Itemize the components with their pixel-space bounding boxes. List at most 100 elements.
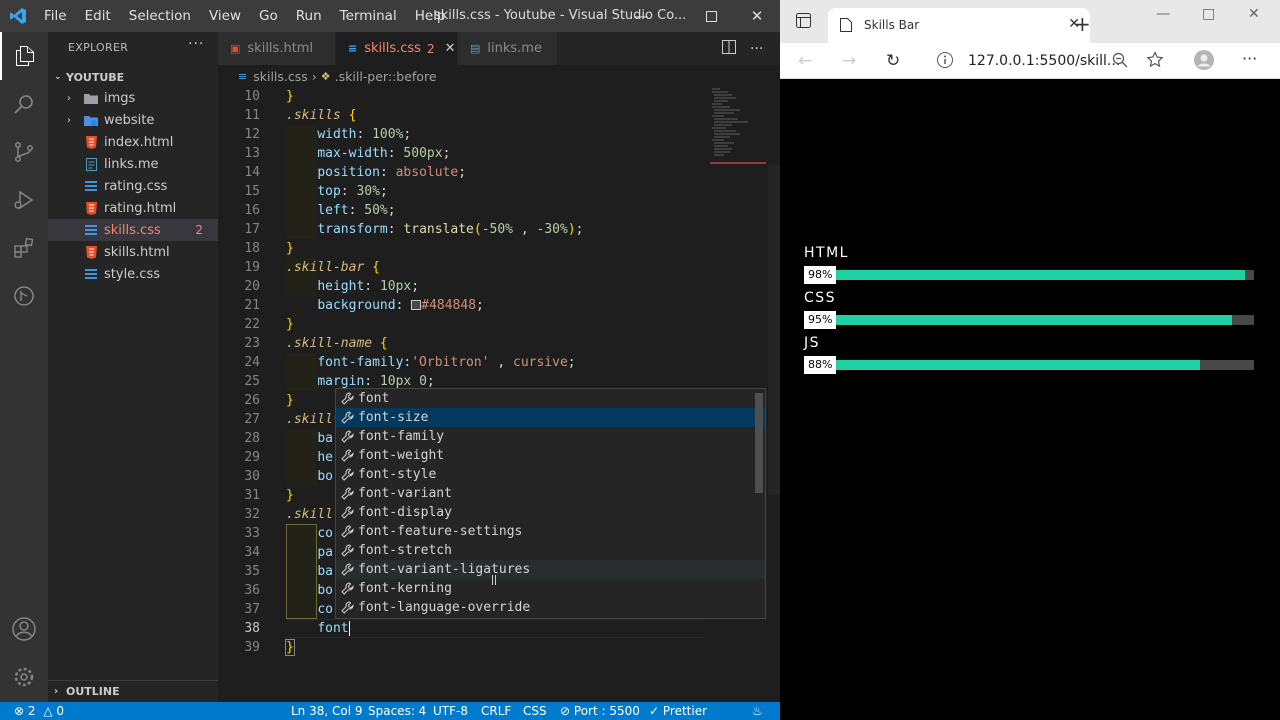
more-actions-icon[interactable]: ··· (188, 36, 204, 52)
tree-item-links-me[interactable]: links.me (48, 153, 218, 175)
tree-item-rating-css[interactable]: rating.css (48, 175, 218, 197)
suggestion-item[interactable]: font-stretch (336, 541, 765, 560)
suggestion-item[interactable]: font-variant-ligatures (336, 560, 765, 579)
suggest-scrollbar[interactable] (755, 393, 763, 493)
menu-view[interactable]: View (200, 0, 250, 32)
line-number: 22 (244, 317, 260, 332)
tree-item-website[interactable]: › website (48, 109, 218, 131)
eol-setting[interactable]: CRLF (481, 704, 511, 718)
info-icon[interactable] (936, 51, 954, 73)
menu-run[interactable]: Run (287, 0, 331, 32)
menu-terminal[interactable]: Terminal (331, 0, 406, 32)
folder-icon (84, 91, 98, 105)
suggestion-item[interactable]: font-weight (336, 446, 765, 465)
suggestion-item[interactable]: font-size (336, 408, 765, 427)
tab-actions-icon[interactable] (796, 13, 811, 32)
menu-more-icon[interactable]: ··· (1242, 49, 1257, 68)
editor-scrollbar[interactable] (768, 165, 780, 495)
code-line-current: font (286, 619, 350, 638)
source-control-icon[interactable] (0, 128, 48, 176)
notifications-bell-icon[interactable]: ♨ (752, 704, 763, 718)
refresh-icon[interactable]: ↻ (886, 51, 900, 71)
tree-item-style-css[interactable]: style.css (48, 263, 218, 285)
close-tab-icon[interactable]: ✕ (445, 41, 456, 56)
problems-indicator[interactable]: ⊗ 2 △ 0 (14, 704, 64, 718)
port-label: Port : 5500 (573, 704, 640, 718)
tree-item-rating-html[interactable]: rating.html (48, 197, 218, 219)
tab-skills-css[interactable]: ≡ skills.css 2 ✕ (336, 32, 458, 65)
suggestion-item[interactable]: font-feature-settings (336, 522, 765, 541)
outline-panel-header[interactable]: › OUTLINE (48, 680, 218, 702)
run-debug-icon[interactable] (0, 176, 48, 224)
settings-gear-icon[interactable] (0, 653, 48, 701)
code-line: max-width: 500px; (317, 146, 451, 161)
remote-explorer-icon[interactable] (0, 272, 48, 320)
explorer-icon[interactable] (0, 32, 48, 80)
skill-percent-label: 95% (804, 311, 837, 329)
browser-tab[interactable]: Skills Bar ✕ (828, 8, 1090, 43)
menu-selection[interactable]: Selection (120, 0, 200, 32)
line-number: 28 (244, 431, 260, 446)
line-number: 31 (244, 488, 260, 503)
favorites-star-icon[interactable] (1146, 51, 1164, 73)
menu-file[interactable]: File (35, 0, 76, 32)
maximize-icon[interactable] (688, 0, 734, 32)
page-icon (840, 18, 852, 35)
zoom-out-icon[interactable] (1112, 52, 1128, 72)
suggestion-item[interactable]: font (336, 389, 765, 408)
indentation-setting[interactable]: Spaces: 4 (368, 704, 426, 718)
minimize-icon[interactable]: — (618, 0, 664, 32)
minimap[interactable] (710, 87, 766, 167)
tree-item-label: skills.css (104, 222, 161, 238)
prettier-status[interactable]: ✓ Prettier (649, 704, 707, 718)
suggestion-label: font-size (358, 410, 429, 425)
suggestion-label: font-family (358, 429, 445, 444)
address-bar[interactable]: 127.0.0.1:5500/skill... (928, 47, 1168, 75)
more-actions-icon[interactable]: ··· (750, 41, 763, 57)
suggestion-item[interactable]: font-variant (336, 484, 765, 503)
split-editor-icon[interactable] (722, 39, 736, 58)
minimize-icon[interactable]: — (1156, 6, 1170, 22)
css-file-icon: ≡ (348, 42, 358, 55)
suggestion-item[interactable]: font-display (336, 503, 765, 522)
line-number: 27 (244, 412, 260, 427)
suggestion-item[interactable]: font-kerning (336, 579, 765, 598)
error-icon: ⊗ (14, 704, 25, 718)
suggestion-item[interactable]: font-family (336, 427, 765, 446)
close-window-icon[interactable]: ✕ (1248, 6, 1260, 22)
line-number: 35 (244, 564, 260, 579)
tree-item-skills-html[interactable]: skills.html (48, 241, 218, 263)
breadcrumb-symbol[interactable]: .skill-per::before (335, 69, 437, 84)
suggestion-item[interactable]: font-language-override (336, 598, 765, 617)
close-icon[interactable]: ✕ (734, 0, 780, 32)
typed-text: font (317, 621, 349, 636)
profile-avatar[interactable] (1194, 50, 1214, 74)
maximize-icon[interactable]: □ (1202, 6, 1215, 22)
menu-go[interactable]: Go (250, 0, 287, 32)
tree-item-skills-css[interactable]: skills.css 2 (48, 219, 218, 241)
page-viewport: HTML 98% CSS 95% JS 88% (780, 80, 1280, 720)
tab-links-me[interactable]: ▤ links.me (458, 32, 558, 65)
menu-edit[interactable]: Edit (76, 0, 120, 32)
encoding-setting[interactable]: UTF-8 (433, 704, 468, 718)
workspace-folder[interactable]: ⌄ YOUTUBE (48, 66, 218, 88)
cursor-position[interactable]: Ln 38, Col 9 (291, 704, 363, 718)
tree-item-label: style.css (104, 266, 160, 282)
extensions-icon[interactable] (0, 224, 48, 272)
live-server-port[interactable]: ⊘ Port : 5500 (560, 704, 640, 718)
new-tab-icon[interactable]: + (1074, 12, 1091, 36)
tree-item-imgs[interactable]: › imgs (48, 87, 218, 109)
forward-arrow-icon[interactable]: → (842, 51, 856, 71)
tree-item-index-html[interactable]: index.html (48, 131, 218, 153)
skill-name: HTML (804, 245, 849, 261)
back-arrow-icon[interactable]: ← (798, 51, 812, 71)
line-number: 17 (244, 222, 260, 237)
breadcrumb-file[interactable]: skills.css (253, 69, 308, 84)
suggestion-item[interactable]: font-style (336, 465, 765, 484)
language-mode[interactable]: CSS (523, 704, 547, 718)
search-icon[interactable] (0, 80, 48, 128)
suggestion-label: font-style (358, 467, 437, 482)
tab-skills-html[interactable]: ▣ skills.html (218, 32, 336, 65)
account-icon[interactable] (0, 605, 48, 653)
activity-bar (0, 32, 48, 702)
